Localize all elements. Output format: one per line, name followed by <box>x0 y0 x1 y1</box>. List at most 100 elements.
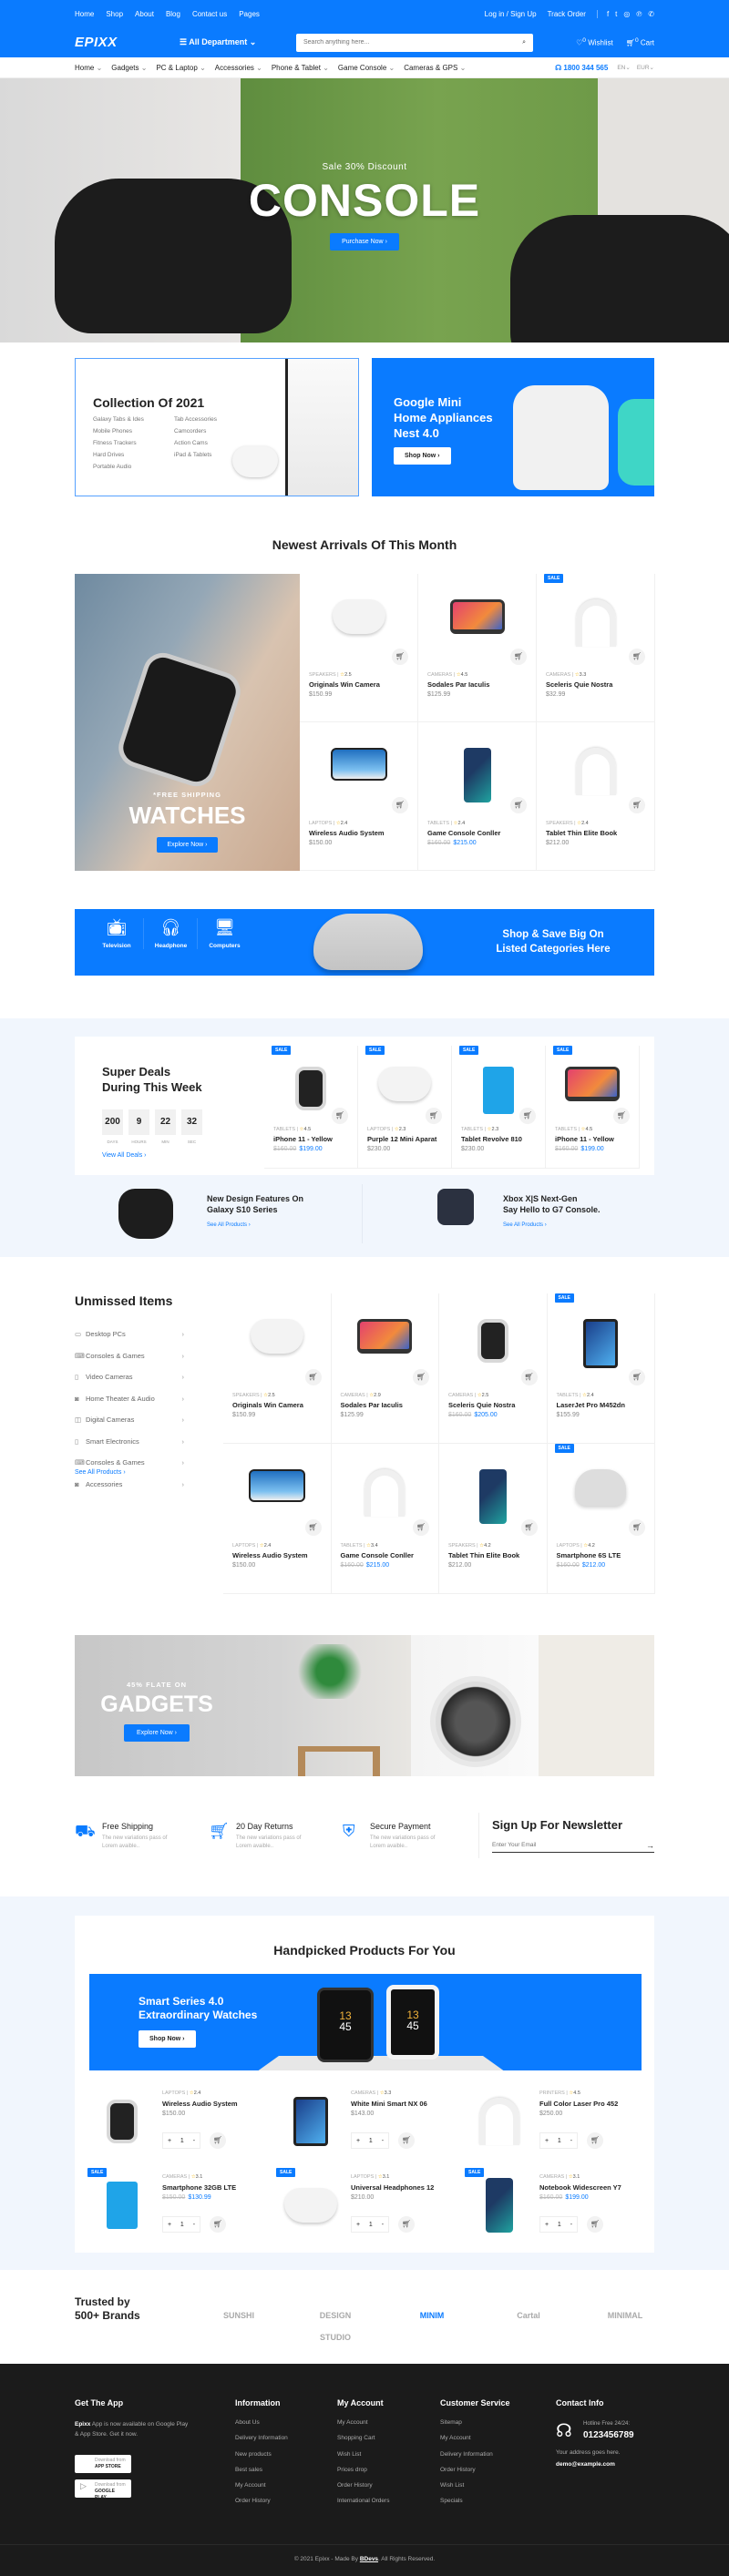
product-item[interactable]: LAPTOPS | ☆2.4 Wireless Audio System $15… <box>95 2089 277 2162</box>
category-television[interactable]: 📺︎ Television <box>89 918 144 949</box>
collection-link[interactable]: Fitness Trackers <box>93 440 144 452</box>
login-link[interactable]: Log in / Sign Up <box>485 10 537 18</box>
top-link-home[interactable]: Home <box>75 10 94 18</box>
wishlist-button[interactable]: ♡0 Wishlist <box>576 37 613 47</box>
collection-link[interactable]: Galaxy Tabs & Ides <box>93 416 144 428</box>
product-name[interactable]: Game Console Conller <box>341 1551 414 1559</box>
footer-link[interactable]: Sitemap <box>440 2419 510 2435</box>
decrease-button[interactable]: - <box>193 2222 195 2228</box>
product-name[interactable]: Tablet Thin Elite Book <box>546 829 617 837</box>
contact-email[interactable]: demo@example.com <box>556 2461 621 2468</box>
product-name[interactable]: Sceleris Quie Nostra <box>448 1401 515 1409</box>
add-to-cart-button[interactable]: 🛒︎ <box>629 1368 645 1385</box>
product-name[interactable]: Universal Headphones 12 <box>351 2183 434 2192</box>
product-card[interactable]: SALE 🛒︎ LAPTOPS | ☆4.2 Smartphone 6S LTE… <box>547 1444 655 1594</box>
add-to-cart-button[interactable]: 🛒︎ <box>210 2216 226 2233</box>
view-all-deals-link[interactable]: View All Deals › <box>102 1152 147 1159</box>
product-card[interactable]: SALE 🛒︎ TABLETS | ☆4.5 iPhone 11 - Yello… <box>546 1046 640 1169</box>
shop-now-button[interactable]: Shop Now › <box>139 2030 196 2048</box>
footer-link[interactable]: My Account <box>235 2482 288 2498</box>
product-name[interactable]: Sodales Par Iaculis <box>427 680 489 689</box>
brand-logo[interactable]: MINIMAL <box>594 2305 656 2326</box>
product-name[interactable]: Tablet Thin Elite Book <box>448 1551 519 1559</box>
footer-link[interactable]: International Orders <box>337 2498 389 2513</box>
instagram-icon[interactable]: ◎ <box>623 10 630 18</box>
increase-button[interactable]: + <box>545 2138 549 2144</box>
add-to-cart-button[interactable]: 🛒︎ <box>304 1518 322 1536</box>
search-icon[interactable]: ⌕ <box>522 39 526 46</box>
add-to-cart-button[interactable]: 🛒︎ <box>613 1107 630 1124</box>
sidebar-category[interactable]: ◙ Accessories › <box>75 1480 184 1488</box>
footer-link[interactable]: My Account <box>337 2419 389 2435</box>
product-card[interactable]: 🛒︎ SPEAKERS | ☆2.4 Tablet Thin Elite Boo… <box>537 722 655 871</box>
product-name[interactable]: Wireless Audio System <box>162 2100 238 2108</box>
shop-now-button[interactable]: Shop Now › <box>394 447 451 465</box>
add-to-cart-button[interactable]: 🛒︎ <box>587 2216 603 2233</box>
product-card[interactable]: 🛒︎ CAMERAS | ☆2.5 Sceleris Quie Nostra $… <box>439 1293 548 1444</box>
brand-logo[interactable]: Cartal <box>498 2305 560 2326</box>
email-input[interactable] <box>492 1842 646 1848</box>
explore-now-button[interactable]: Explore Now › <box>156 837 219 853</box>
quantity-value[interactable]: 1 <box>558 2138 561 2144</box>
search-input[interactable] <box>303 39 523 46</box>
product-item[interactable]: PRINTERS | ☆4.5 Full Color Laser Pro 452… <box>472 2089 654 2162</box>
collection-link[interactable]: Tab Accessories <box>174 416 217 428</box>
add-to-cart-button[interactable]: 🛒︎ <box>520 1518 538 1536</box>
increase-button[interactable]: + <box>545 2222 549 2228</box>
product-card[interactable]: SALE 🛒︎ TABLETS | ☆2.3 Tablet Revolve 81… <box>452 1046 546 1169</box>
quantity-value[interactable]: 1 <box>180 2138 184 2144</box>
product-name[interactable]: Wireless Audio System <box>232 1551 308 1559</box>
increase-button[interactable]: + <box>168 2138 171 2144</box>
explore-now-button[interactable]: Explore Now › <box>124 1724 190 1742</box>
decrease-button[interactable]: - <box>193 2138 195 2144</box>
nav-item[interactable]: Phone & Tablet ⌄ <box>272 64 329 72</box>
product-card[interactable]: SALE 🛒︎ CAMERAS | ☆3.3 Sceleris Quie Nos… <box>537 574 655 722</box>
product-card[interactable]: 🛒︎ TABLETS | ☆2.4 Game Console Conller $… <box>418 722 537 871</box>
cart-button[interactable]: 🛒︎0 Cart <box>626 37 654 47</box>
footer-link[interactable]: Specials <box>440 2498 510 2513</box>
footer-link[interactable]: Delivery Information <box>440 2451 510 2467</box>
product-card[interactable]: 🛒︎ SPEAKERS | ☆4.2 Tablet Thin Elite Boo… <box>439 1444 548 1594</box>
product-card[interactable]: 🛒︎ LAPTOPS | ☆2.4 Wireless Audio System … <box>223 1444 332 1594</box>
footer-link[interactable]: Delivery Information <box>235 2435 288 2450</box>
add-to-cart-button[interactable]: 🛒︎ <box>629 648 645 665</box>
arrow-right-icon[interactable]: → <box>646 1841 654 1850</box>
quantity-value[interactable]: 1 <box>369 2138 373 2144</box>
nav-item[interactable]: Home ⌄ <box>75 64 102 72</box>
sidebar-category[interactable]: ◙ Home Theater & Audio › <box>75 1395 184 1403</box>
product-name[interactable]: Tablet Revolve 810 <box>461 1135 522 1143</box>
product-name[interactable]: Sodales Par Iaculis <box>341 1401 403 1409</box>
see-all-products-link[interactable]: See All Products › <box>207 1222 251 1228</box>
track-order-link[interactable]: Track Order <box>548 10 586 18</box>
quantity-value[interactable]: 1 <box>180 2222 184 2228</box>
add-to-cart-button[interactable]: 🛒︎ <box>398 2132 415 2149</box>
footer-link[interactable]: Shopping Cart <box>337 2435 389 2450</box>
product-card[interactable]: 🛒︎ LAPTOPS | ☆2.4 Wireless Audio System … <box>300 722 418 871</box>
pinterest-icon[interactable]: ℗ <box>636 10 642 18</box>
language-select[interactable]: EN⌄ <box>617 64 630 71</box>
product-name[interactable]: Purple 12 Mini Aparat <box>367 1135 436 1143</box>
product-name[interactable]: Sceleris Quie Nostra <box>546 680 612 689</box>
top-link-blog[interactable]: Blog <box>166 10 180 18</box>
footer-link[interactable]: Order History <box>440 2467 510 2482</box>
product-item[interactable]: CAMERAS | ☆3.3 White Mini Smart NX 06 $1… <box>283 2089 466 2162</box>
decrease-button[interactable]: - <box>382 2222 384 2228</box>
increase-button[interactable]: + <box>356 2222 360 2228</box>
footer-link[interactable]: Order History <box>235 2498 288 2513</box>
brand-logo[interactable]: SUNSHI <box>208 2305 270 2326</box>
product-name[interactable]: iPhone 11 - Yellow <box>555 1135 614 1143</box>
add-to-cart-button[interactable]: 🛒︎ <box>304 1368 322 1385</box>
collection-link[interactable]: iPad & Tablets <box>174 452 217 464</box>
phone-number[interactable]: ☊ 1800 344 565 <box>555 64 608 72</box>
collection-link[interactable]: Hard Drives <box>93 452 144 464</box>
product-name[interactable]: Originals Win Camera <box>309 680 380 689</box>
nav-item[interactable]: Accessories ⌄ <box>215 64 262 72</box>
collection-link[interactable]: Action Cams <box>174 440 217 452</box>
all-department-button[interactable]: ☰ All Department ⌄ <box>180 37 296 47</box>
add-to-cart-button[interactable]: 🛒︎ <box>587 2132 603 2149</box>
app-store-button[interactable]: Download from APP STORE <box>75 2455 131 2473</box>
top-link-pages[interactable]: Pages <box>239 10 260 18</box>
product-card[interactable]: SALE 🛒︎ TABLETS | ☆2.4 LaserJet Pro M452… <box>547 1293 655 1444</box>
footer-link[interactable]: Order History <box>337 2482 389 2498</box>
collection-link[interactable]: Mobile Phones <box>93 428 144 440</box>
